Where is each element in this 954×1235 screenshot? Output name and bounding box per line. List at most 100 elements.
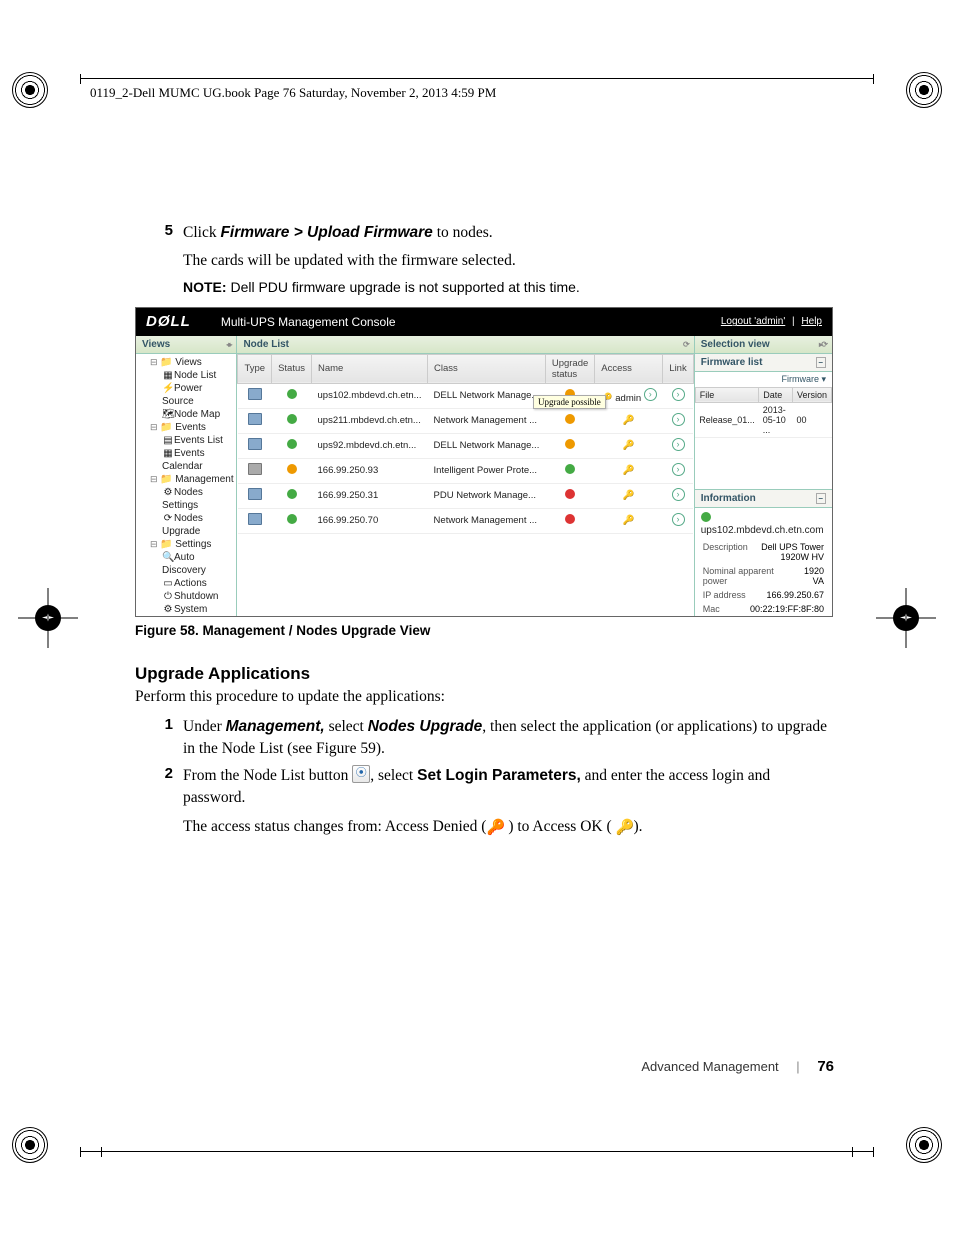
- tree-mgmt[interactable]: Management: [175, 474, 233, 485]
- registration-mark: [12, 72, 48, 108]
- selview-controls[interactable]: ▸ ⟳: [819, 340, 826, 349]
- col-class[interactable]: Class: [428, 354, 546, 383]
- section-lead: Perform this procedure to update the app…: [135, 688, 835, 706]
- node-list-button-icon: [352, 765, 370, 783]
- col-status[interactable]: Status: [272, 354, 312, 383]
- firmware-menu[interactable]: Firmware ▾: [781, 374, 826, 384]
- step-number: 2: [135, 765, 183, 838]
- info-collapse-icon[interactable]: –: [816, 493, 826, 504]
- status-dot-icon: [701, 512, 711, 522]
- access-denied-icon: 🔑: [623, 515, 635, 526]
- book-header: 0119_2-Dell MUMC UG.book Page 76 Saturda…: [90, 85, 496, 101]
- collapse-icon[interactable]: ◂ ▸: [226, 340, 230, 349]
- views-pane-title: Views: [142, 339, 170, 350]
- upgrade-status-icon: [565, 464, 575, 474]
- node-row[interactable]: ups102.mbdevd.ch.etn...DELL Network Mana…: [238, 383, 693, 408]
- fwlist-title: Firmware list: [701, 357, 763, 368]
- link-icon[interactable]: [672, 388, 685, 401]
- section-heading: Upgrade Applications: [135, 664, 835, 684]
- tree-settings[interactable]: Settings: [175, 539, 211, 550]
- col-upgrade[interactable]: Upgrade status: [545, 354, 594, 383]
- figure-58: DØLL Multi-UPS Management Console Logout…: [135, 307, 835, 638]
- access-ok-icon: [616, 818, 634, 834]
- nav-tree: 📁 Views ▦Node List ⚡Power Source 🗺Node M…: [136, 354, 236, 616]
- page-footer: Advanced Management | 76: [641, 1058, 834, 1075]
- link-icon[interactable]: [672, 413, 685, 426]
- type-card-icon: [248, 513, 262, 525]
- footer-page: 76: [817, 1058, 834, 1075]
- figure-caption: Figure 58. Management / Nodes Upgrade Vi…: [135, 623, 835, 638]
- tree-nodemap[interactable]: Node Map: [174, 409, 220, 420]
- refresh-icon[interactable]: ⟳: [683, 340, 688, 349]
- selview-title: Selection view: [701, 339, 770, 350]
- node-row[interactable]: 166.99.250.70Network Management ...🔑: [238, 508, 693, 533]
- footer-rule: [80, 1151, 874, 1157]
- crosshair-mark: [876, 588, 936, 648]
- nodelist-title: Node List: [243, 339, 289, 350]
- type-card-icon: [248, 413, 262, 425]
- link-icon[interactable]: [672, 438, 685, 451]
- mumc-console: DØLL Multi-UPS Management Console Logout…: [135, 307, 833, 617]
- access-denied-icon: 🔑: [623, 440, 635, 451]
- link-icon[interactable]: [672, 463, 685, 476]
- logout-link[interactable]: Logout 'admin': [721, 316, 785, 327]
- step-number: 1: [135, 716, 183, 761]
- access-denied-icon: 🔑: [623, 490, 635, 501]
- tree-actions[interactable]: Actions: [174, 578, 207, 589]
- note: NOTE: Dell PDU firmware upgrade is not s…: [183, 279, 835, 295]
- col-link[interactable]: Link: [663, 354, 693, 383]
- type-card-icon: [248, 388, 262, 400]
- help-link[interactable]: Help: [801, 316, 822, 327]
- registration-mark: [906, 1127, 942, 1163]
- header-rule: [80, 78, 874, 84]
- access-denied-icon: 🔑: [623, 415, 635, 426]
- upgrade-status-icon: [565, 414, 575, 424]
- tree-system[interactable]: System: [174, 604, 207, 615]
- step-text: Click Firmware > Upload Firmware to node…: [183, 222, 516, 273]
- info-node-name: ups102.mbdevd.ch.etn.com: [701, 525, 824, 536]
- node-row[interactable]: 166.99.250.31PDU Network Manage...🔑: [238, 483, 693, 508]
- tree-eventslist[interactable]: Events List: [174, 435, 223, 446]
- upgrade-status-icon: [565, 439, 575, 449]
- step-number: 5: [135, 222, 183, 273]
- dell-logo: DØLL: [146, 313, 191, 330]
- fw-row[interactable]: Release_01... 2013-05-10 ... 00: [695, 402, 831, 437]
- status-icon: [287, 464, 297, 474]
- status-icon: [287, 414, 297, 424]
- node-table: Type Status Name Class Upgrade status Ac…: [237, 354, 693, 534]
- fw-col-file[interactable]: File: [695, 387, 759, 402]
- tree-nodelist[interactable]: Node List: [174, 370, 216, 381]
- upgrade-tooltip: Upgrade possible: [533, 395, 606, 409]
- status-icon: [287, 514, 297, 524]
- status-icon: [287, 489, 297, 499]
- link-icon[interactable]: [672, 513, 685, 526]
- node-row[interactable]: ups92.mbdevd.ch.etn...DELL Network Manag…: [238, 433, 693, 458]
- step-text: Under Management, select Nodes Upgrade, …: [183, 716, 835, 761]
- step-text-line2: The cards will be updated with the firmw…: [183, 252, 516, 269]
- type-card-icon: [248, 438, 262, 450]
- footer-section: Advanced Management: [641, 1059, 778, 1074]
- upgrade-status-icon: [565, 489, 575, 499]
- fw-col-version[interactable]: Version: [792, 387, 831, 402]
- col-access[interactable]: Access: [595, 354, 663, 383]
- link-icon[interactable]: [672, 488, 685, 501]
- col-type[interactable]: Type: [238, 354, 272, 383]
- type-pc-icon: [248, 463, 262, 475]
- status-icon: [287, 389, 297, 399]
- access-action-icon[interactable]: [644, 388, 657, 401]
- access-denied-icon: 🔑: [623, 465, 635, 476]
- node-row[interactable]: ups211.mbdevd.ch.etn...Network Managemen…: [238, 408, 693, 433]
- tree-views[interactable]: Views: [175, 357, 202, 368]
- registration-mark: [906, 72, 942, 108]
- console-title: Multi-UPS Management Console: [221, 315, 721, 329]
- access-denied-icon: [486, 818, 504, 834]
- firmware-table: File Date Version Release_01... 2013-05-…: [695, 387, 832, 438]
- fwlist-collapse-icon[interactable]: –: [816, 357, 826, 368]
- upgrade-status-icon: [565, 514, 575, 524]
- col-name[interactable]: Name: [312, 354, 428, 383]
- node-row[interactable]: 166.99.250.93Intelligent Power Prote...🔑: [238, 458, 693, 483]
- type-card-icon: [248, 488, 262, 500]
- tree-events[interactable]: Events: [175, 422, 206, 433]
- fw-col-date[interactable]: Date: [759, 387, 793, 402]
- tree-shutdown[interactable]: Shutdown: [174, 591, 218, 602]
